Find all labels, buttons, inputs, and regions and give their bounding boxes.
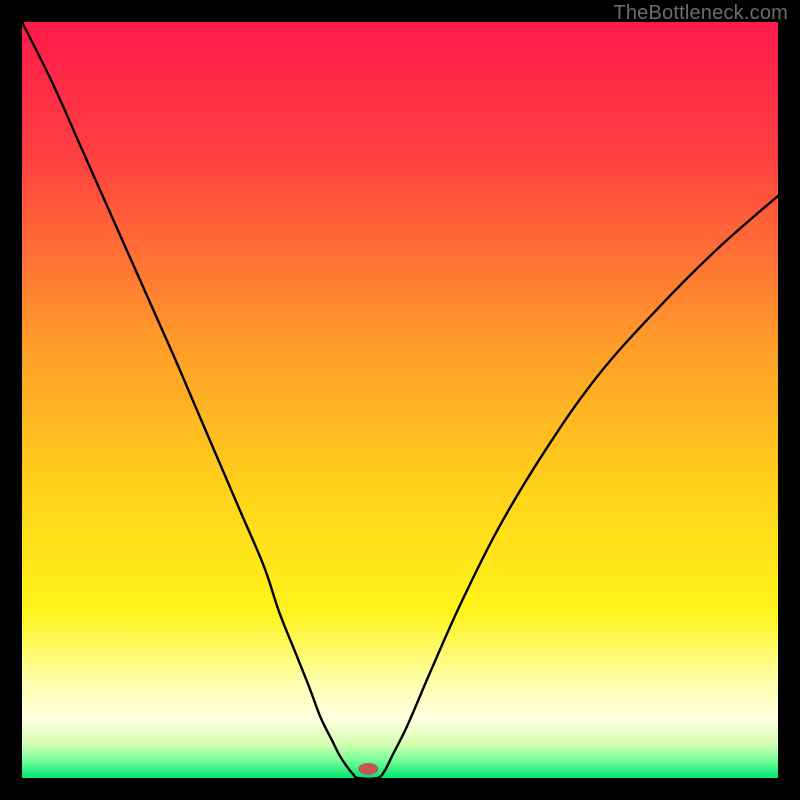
optimal-point-marker bbox=[358, 763, 378, 775]
bottleneck-chart bbox=[22, 22, 778, 778]
gradient-background bbox=[22, 22, 778, 778]
outer-frame: TheBottleneck.com bbox=[0, 0, 800, 800]
